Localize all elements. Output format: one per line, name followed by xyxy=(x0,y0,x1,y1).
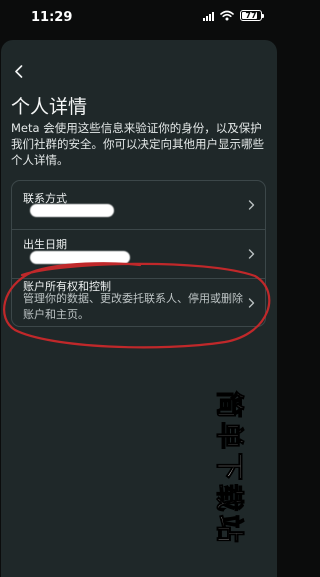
page-title: 个人详情 xyxy=(11,96,88,118)
page-description: Meta 会使用这些信息来验证你的身份，以及保护我们社群的安全。你可以决定向其他… xyxy=(11,121,264,167)
battery-level: 77 xyxy=(245,11,257,20)
wifi-icon xyxy=(220,10,234,21)
birthday-row[interactable]: 出生日期 xyxy=(12,230,265,278)
status-bar: 11:29 77 xyxy=(0,0,278,36)
chevron-right-icon xyxy=(248,249,255,259)
back-button[interactable] xyxy=(9,62,27,80)
redaction-scribble xyxy=(30,204,114,217)
signal-icon xyxy=(203,11,214,21)
account-ownership-description: 管理你的数据、更改委托联系人、停用或删除账户和主页。 xyxy=(23,292,243,321)
chevron-right-icon xyxy=(248,298,255,308)
watermark-text: 简单下载站 xyxy=(213,390,247,546)
chevron-left-icon xyxy=(14,64,22,78)
redaction-scribble xyxy=(30,251,130,264)
status-icons: 77 xyxy=(203,10,264,21)
contact-info-row[interactable]: 联系方式 xyxy=(12,181,265,229)
details-card: 联系方式 出生日期 账户所有权和控制 管理你的数据、更改委托联系人、停用或删除账… xyxy=(11,180,266,327)
account-ownership-row[interactable]: 账户所有权和控制 管理你的数据、更改委托联系人、停用或删除账户和主页。 xyxy=(12,279,265,327)
battery-icon: 77 xyxy=(240,10,264,21)
status-time: 11:29 xyxy=(31,10,73,25)
birthday-label: 出生日期 xyxy=(23,238,67,251)
chevron-right-icon xyxy=(248,200,255,210)
